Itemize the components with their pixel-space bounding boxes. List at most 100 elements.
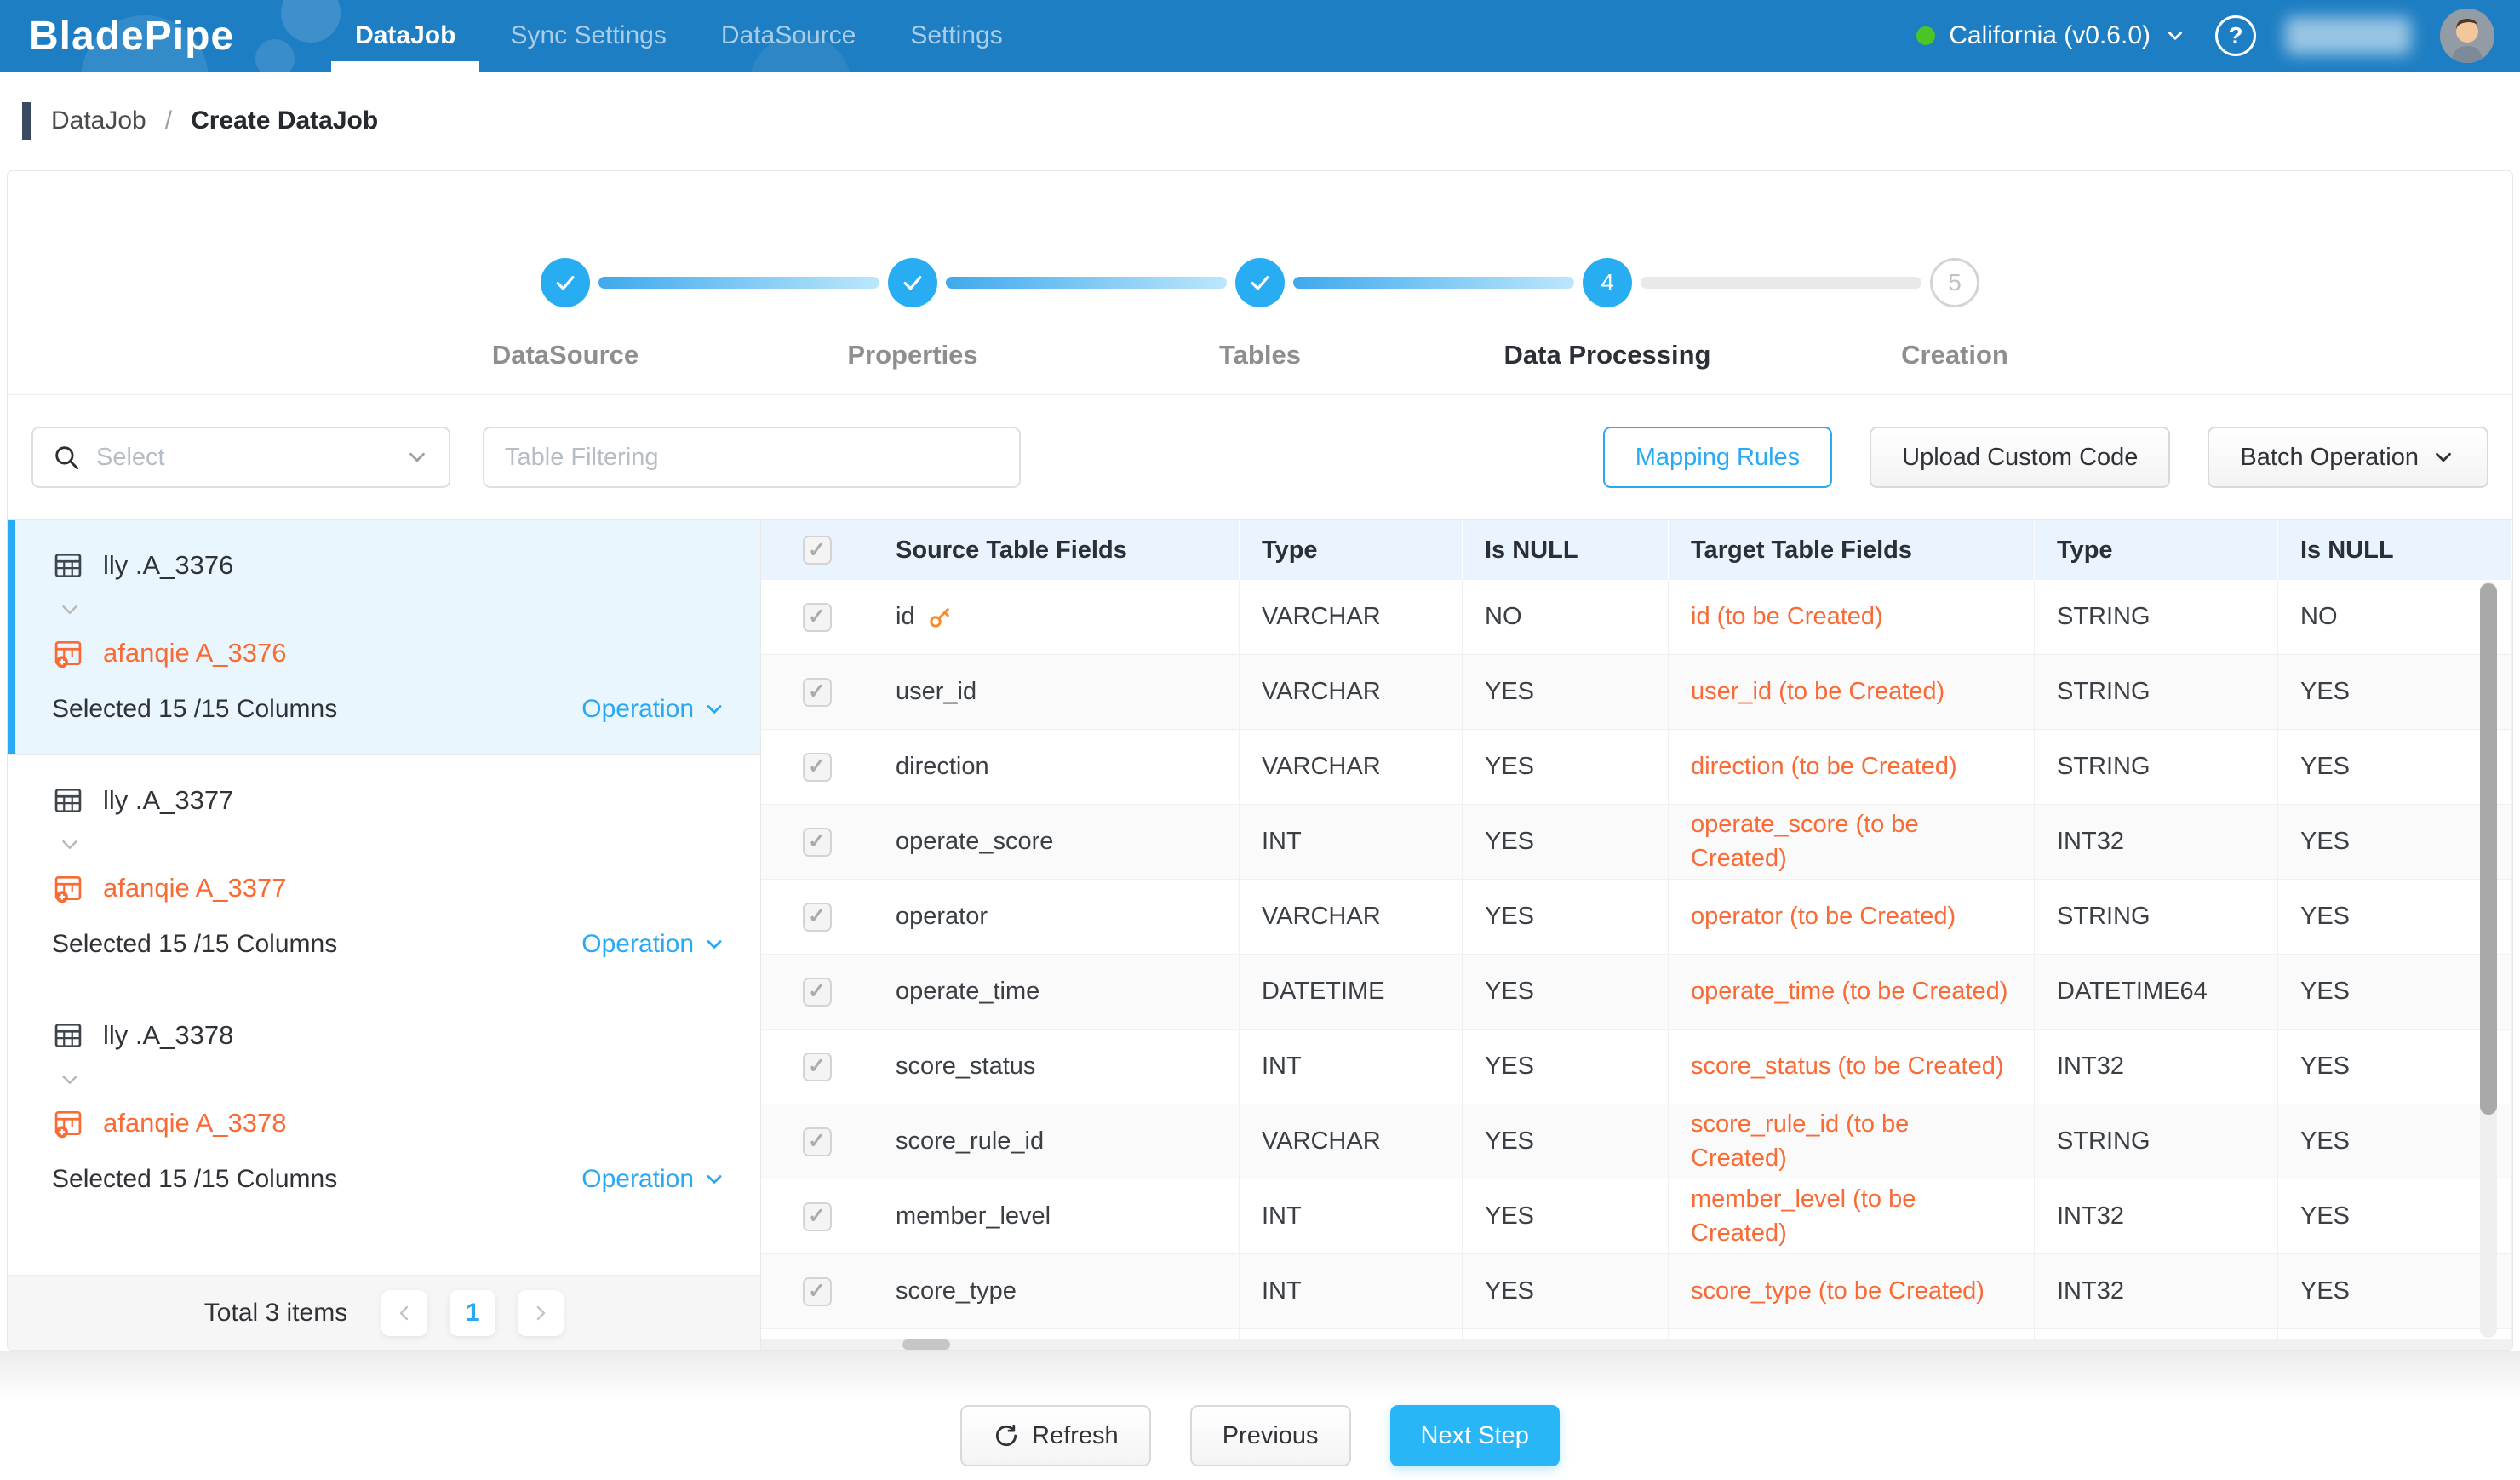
table-pair-item[interactable]: lly .A_3376 afanqie A_3376 Selected 15 /… xyxy=(8,520,760,755)
operation-dropdown[interactable]: Operation xyxy=(581,1165,726,1194)
source-field-type: INT xyxy=(1240,1179,1463,1253)
target-field-name: direction (to be Created) xyxy=(1691,750,1957,783)
source-table-name: lly .A_3378 xyxy=(103,1020,233,1051)
next-page-button[interactable] xyxy=(518,1290,564,1336)
refresh-button[interactable]: Refresh xyxy=(960,1405,1151,1466)
wizard-stepper-section: DataSource Properties Tables 4 Data Proc… xyxy=(8,171,2512,395)
username-redacted xyxy=(2285,17,2411,54)
table-row: ✓ member_level INT YES member_level (to … xyxy=(761,1179,2512,1254)
scrollbar-thumb[interactable] xyxy=(2480,583,2497,1115)
source-field-name: operate_time xyxy=(896,978,1040,1006)
help-icon[interactable]: ? xyxy=(2215,15,2256,56)
page-number-button[interactable]: 1 xyxy=(450,1290,495,1336)
table-row: ✓ operate_time DATETIME YES operate_time… xyxy=(761,955,2512,1030)
source-field-name: score_status xyxy=(896,1053,1035,1081)
target-field-name: score_rule_id (to be Created) xyxy=(1691,1108,2008,1174)
source-field-name: operate_score xyxy=(896,828,1053,856)
nav-tab-datajob[interactable]: DataJob xyxy=(328,0,483,72)
filter-placeholder: Table Filtering xyxy=(505,444,999,472)
table-filter-input[interactable]: Table Filtering xyxy=(483,427,1021,488)
row-checkbox[interactable]: ✓ xyxy=(803,753,832,782)
target-field-type: INT32 xyxy=(2035,1179,2278,1253)
target-field-name: operate_score (to be Created) xyxy=(1691,808,2008,875)
pagination-bar: Total 3 items 1 xyxy=(8,1275,760,1350)
next-step-button[interactable]: Next Step xyxy=(1390,1405,1560,1466)
row-checkbox[interactable]: ✓ xyxy=(803,1277,832,1306)
target-table-row: afanqie A_3376 xyxy=(52,637,726,669)
row-checkbox[interactable]: ✓ xyxy=(803,603,832,632)
environment-selector[interactable]: California (v0.6.0) xyxy=(1916,21,2186,50)
target-field-name: id (to be Created) xyxy=(1691,600,1883,634)
nav-tabs: DataJob Sync Settings DataSource Setting… xyxy=(328,0,1030,72)
field-mapping-panel: ✓ Source Table Fields Type Is NULL Targe… xyxy=(761,520,2512,1350)
batch-operation-button[interactable]: Batch Operation xyxy=(2208,427,2488,488)
breadcrumb-parent[interactable]: DataJob xyxy=(51,106,146,135)
source-table-name: lly .A_3376 xyxy=(103,550,233,581)
nav-tab-settings[interactable]: Settings xyxy=(883,0,1029,72)
table-select-dropdown[interactable]: Select xyxy=(32,427,450,488)
vertical-scrollbar[interactable] xyxy=(2480,582,2497,1338)
target-field-name: operate_time (to be Created) xyxy=(1691,975,2007,1008)
select-all-checkbox[interactable]: ✓ xyxy=(803,536,832,565)
source-field-name: operator xyxy=(896,903,988,931)
selected-columns-summary: Selected 15 /15 Columns xyxy=(52,695,337,724)
col-header-target-type: Type xyxy=(2035,520,2278,580)
source-field-type: INT xyxy=(1240,1030,1463,1104)
chevron-down-icon xyxy=(57,832,83,858)
mapping-table-header: ✓ Source Table Fields Type Is NULL Targe… xyxy=(761,520,2512,580)
step-connector xyxy=(1641,277,1922,289)
table-pair-item[interactable]: lly .A_3377 afanqie A_3377 Selected 15 /… xyxy=(8,755,760,990)
row-checkbox[interactable]: ✓ xyxy=(803,678,832,707)
step-number: 4 xyxy=(1583,258,1632,307)
content-area: lly .A_3376 afanqie A_3376 Selected 15 /… xyxy=(8,520,2512,1350)
step-connector xyxy=(946,277,1227,289)
horizontal-scrollbar[interactable] xyxy=(761,1339,2512,1350)
row-checkbox[interactable]: ✓ xyxy=(803,978,832,1007)
source-field-isnull: YES xyxy=(1463,1030,1669,1104)
chevron-down-icon xyxy=(702,697,726,721)
target-field-type: STRING xyxy=(2035,730,2278,804)
row-checkbox[interactable]: ✓ xyxy=(803,828,832,857)
table-pair-panel: lly .A_3376 afanqie A_3376 Selected 15 /… xyxy=(8,520,761,1350)
col-header-source-fields: Source Table Fields xyxy=(873,520,1240,580)
chevron-down-icon xyxy=(702,932,726,956)
row-checkbox[interactable]: ✓ xyxy=(803,903,832,932)
nav-tab-sync-settings[interactable]: Sync Settings xyxy=(483,0,693,72)
target-table-create-icon xyxy=(52,872,84,904)
target-table-row: afanqie A_3377 xyxy=(52,872,726,904)
status-dot xyxy=(1916,26,1935,45)
scrollbar-thumb[interactable] xyxy=(902,1339,950,1350)
primary-key-icon xyxy=(927,605,953,630)
row-checkbox[interactable]: ✓ xyxy=(803,1127,832,1156)
prev-page-button[interactable] xyxy=(381,1290,427,1336)
target-field-type: STRING xyxy=(2035,580,2278,654)
upload-custom-code-button[interactable]: Upload Custom Code xyxy=(1870,427,2170,488)
mapping-rules-button[interactable]: Mapping Rules xyxy=(1603,427,1832,488)
col-header-source-type: Type xyxy=(1240,520,1463,580)
chevron-down-icon xyxy=(57,597,83,622)
target-field-isnull: YES xyxy=(2278,1254,2512,1328)
source-table-row: lly .A_3377 xyxy=(52,784,726,817)
breadcrumb-separator: / xyxy=(165,106,172,135)
target-field-isnull: YES xyxy=(2278,1030,2512,1104)
nav-tab-datasource[interactable]: DataSource xyxy=(694,0,883,72)
source-field-isnull: YES xyxy=(1463,655,1669,729)
source-table-icon xyxy=(52,1019,84,1052)
source-table-icon xyxy=(52,784,84,817)
row-checkbox[interactable]: ✓ xyxy=(803,1053,832,1081)
selected-columns-summary: Selected 15 /15 Columns xyxy=(52,1165,337,1194)
operation-dropdown[interactable]: Operation xyxy=(581,930,726,959)
target-table-name: afanqie A_3377 xyxy=(103,873,287,903)
table-pair-item[interactable]: lly .A_3378 afanqie A_3378 Selected 15 /… xyxy=(8,990,760,1225)
avatar[interactable] xyxy=(2440,9,2494,63)
step-tables: Tables xyxy=(1235,258,1285,307)
operation-dropdown[interactable]: Operation xyxy=(581,695,726,724)
previous-button[interactable]: Previous xyxy=(1190,1405,1351,1466)
breadcrumb-row: DataJob / Create DataJob xyxy=(0,72,2520,170)
page-title: Create DataJob xyxy=(191,106,378,135)
source-field-isnull: YES xyxy=(1463,1179,1669,1253)
decor-bubble xyxy=(255,39,295,72)
step-check-icon xyxy=(541,258,590,307)
table-row: ✓ user_id VARCHAR YES user_id (to be Cre… xyxy=(761,655,2512,730)
row-checkbox[interactable]: ✓ xyxy=(803,1202,832,1231)
